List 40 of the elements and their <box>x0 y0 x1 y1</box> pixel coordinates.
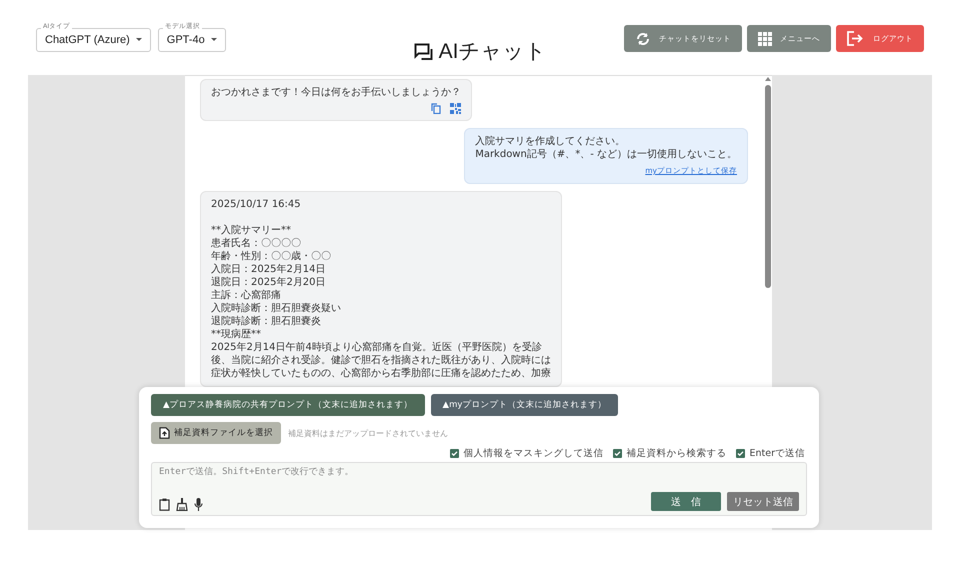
message-text: 年齢・性別：〇〇歳・〇〇 <box>211 250 332 263</box>
message-text: 患者氏名：〇〇〇〇 <box>211 237 302 250</box>
message-text: 入院サマリを作成してください。 <box>475 135 626 148</box>
checkbox[interactable] <box>450 449 458 458</box>
message-text: **入院サマリー** <box>211 224 292 237</box>
logout-icon <box>847 31 865 46</box>
checkbox[interactable] <box>736 449 744 458</box>
message-text: 退院日：2025年2月20日 <box>211 276 327 289</box>
option-label: 個人情報をマスキングして送信 <box>464 447 604 460</box>
message-text: 主訴：心窩部痛 <box>211 289 282 302</box>
message-text: Markdown記号（#、*、- など）は一切使用しないこと。 <box>475 148 737 161</box>
send-button[interactable]: 送 信 <box>651 492 721 511</box>
message-text: 2025年2月14日午前4時頃より心窩部痛を自覚。近医（平野医院）を受診 <box>211 341 543 354</box>
file-upload-icon <box>159 427 170 439</box>
message-text: 後、当院に紹介され受診。健診で胆石を指摘された既往があり、入院時には <box>211 354 551 367</box>
prompt-button[interactable]: ▲プロアス静養病院の共有プロンプト（文末に追加されます） <box>151 394 425 416</box>
message-text: 入院時診断：胆石胆嚢炎疑い <box>211 302 342 315</box>
message-text: 症状が軽快していたものの、心窩部から右季肋部に圧痛を認めたため、加療 <box>211 367 551 380</box>
page-title: AIチャット <box>438 39 546 65</box>
message-text: 入院日：2025年2月14日 <box>211 263 327 276</box>
message-input[interactable]: Enterで送信。Shift+Enterで改行できます。 送 信 リセット送信 <box>151 462 807 516</box>
reset-send-button[interactable]: リセット送信 <box>727 492 799 511</box>
message-text: おつかれさまです！今日は何をお手伝いしましょうか？ <box>211 86 461 99</box>
grid-icon <box>758 32 772 46</box>
broom-icon[interactable] <box>176 498 188 511</box>
checkbox[interactable] <box>612 449 622 458</box>
timestamp: 2025/10/17 16:45 <box>211 198 302 211</box>
refresh-icon <box>635 32 651 46</box>
prompt-button[interactable]: ▲myプロンプト（文末に追加されます） <box>430 394 618 416</box>
file-select-button[interactable]: 補足資料ファイルを選択 <box>151 422 281 444</box>
qr-code-icon[interactable] <box>450 103 461 114</box>
clipboard-icon[interactable] <box>159 498 170 511</box>
option-label: 補足資料から検索する <box>626 447 726 460</box>
microphone-icon[interactable] <box>194 498 203 511</box>
message-text: 退院時診断：胆石胆嚢炎 <box>211 315 322 328</box>
copy-icon[interactable] <box>431 103 441 114</box>
message-text: **現病歴** <box>211 328 262 341</box>
file-status-text: 補足資料はまだアップロードされていません <box>288 428 448 438</box>
chat-icon <box>414 42 434 60</box>
option-label: Enterで送信 <box>750 447 805 460</box>
